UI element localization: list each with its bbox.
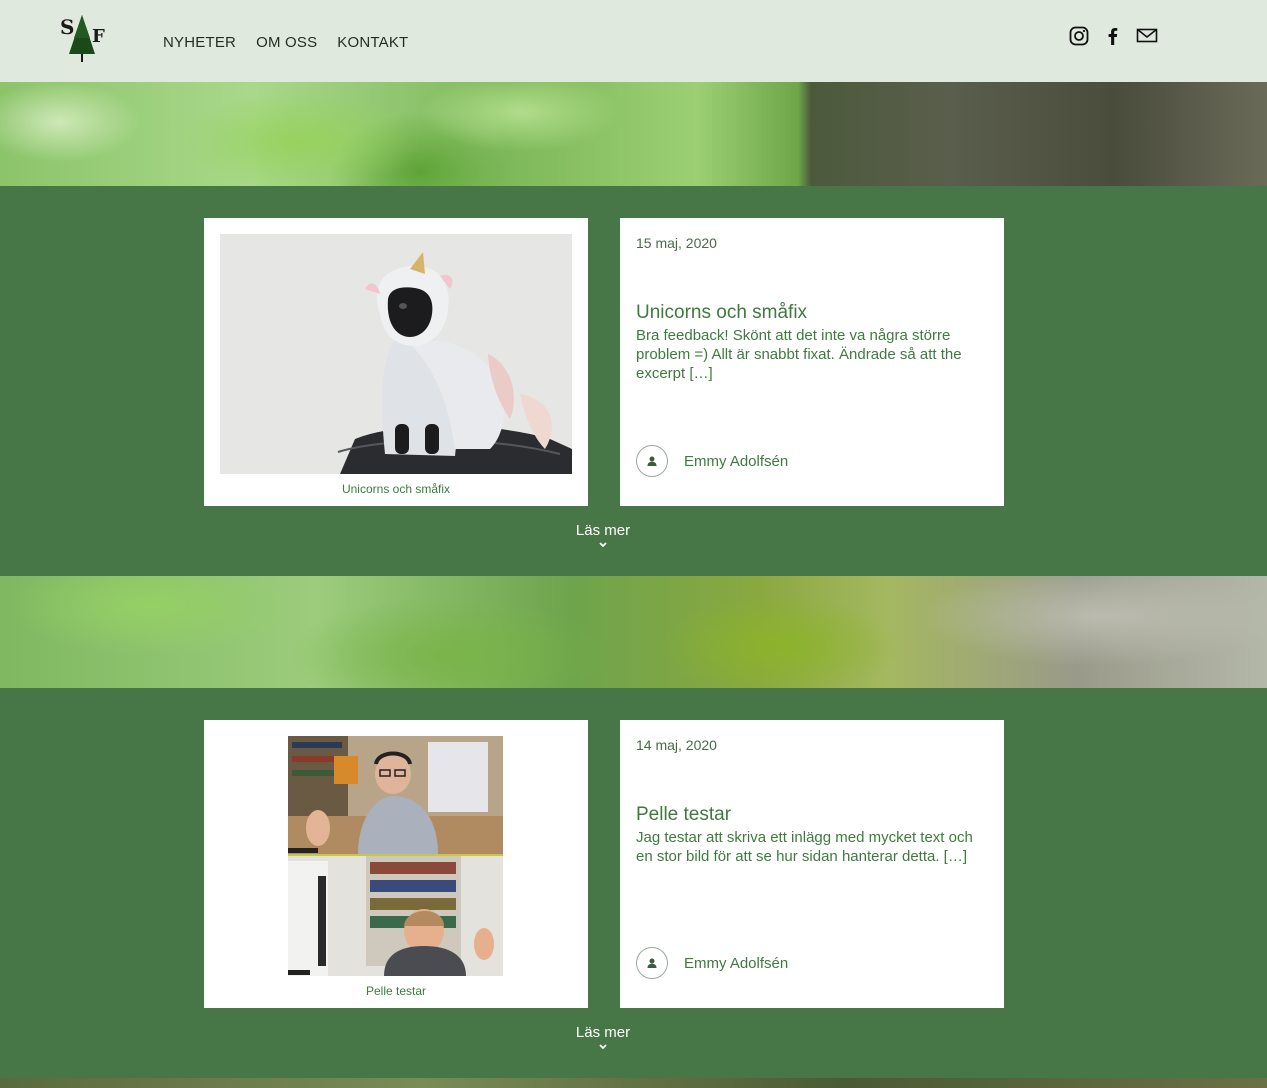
social-links — [1068, 25, 1158, 47]
read-more-label: Läs mer — [575, 522, 631, 539]
forest-banner-image — [0, 1078, 1267, 1088]
svg-text:F: F — [92, 26, 105, 47]
read-more-label: Läs mer — [575, 1024, 631, 1041]
site-logo[interactable]: S F — [58, 12, 110, 64]
post-author: Emmy Adolfsén — [636, 947, 788, 979]
avatar-icon — [636, 445, 668, 477]
post-title[interactable]: Pelle testar — [636, 804, 731, 826]
nav-item-nyheter[interactable]: NYHETER — [163, 34, 236, 51]
nav-item-kontakt[interactable]: KONTAKT — [337, 34, 408, 51]
post-thumbnail-video-call[interactable] — [288, 736, 503, 976]
post-image-card[interactable]: Pelle testar — [204, 720, 588, 1008]
facebook-icon[interactable] — [1102, 25, 1124, 47]
forest-banner-image — [0, 82, 1267, 186]
post-excerpt: Jag testar att skriva ett inlägg med myc… — [636, 829, 973, 865]
read-more-button[interactable]: Läs mer — [553, 522, 653, 549]
mail-icon[interactable] — [1136, 25, 1158, 47]
post-text-card: 14 maj, 2020 Pelle testar Jag testar att… — [620, 720, 1004, 1008]
svg-text:S: S — [60, 15, 74, 39]
post-image-caption: Pelle testar — [365, 984, 427, 998]
post-thumbnail-unicorn-dog[interactable] — [220, 234, 572, 474]
author-name[interactable]: Emmy Adolfsén — [684, 453, 788, 470]
post-date: 15 maj, 2020 — [636, 235, 717, 251]
post-text-card: 15 maj, 2020 Unicorns och småfix Bra fee… — [620, 218, 1004, 506]
instagram-icon[interactable] — [1068, 25, 1090, 47]
post-excerpt: Bra feedback! Skönt att det inte va någr… — [636, 327, 962, 382]
post-image-card[interactable]: Unicorns och småfix — [204, 218, 588, 506]
chevron-down-icon — [599, 1044, 607, 1050]
avatar-icon — [636, 947, 668, 979]
post-image-caption: Unicorns och småfix — [341, 482, 451, 496]
forest-banner-image — [0, 576, 1267, 688]
main-nav: NYHETER OM OSS KONTAKT — [163, 34, 408, 51]
author-name[interactable]: Emmy Adolfsén — [684, 955, 788, 972]
nav-item-om-oss[interactable]: OM OSS — [256, 34, 317, 51]
post-date: 14 maj, 2020 — [636, 737, 717, 753]
chevron-down-icon — [599, 542, 607, 548]
post-title[interactable]: Unicorns och småfix — [636, 302, 807, 324]
read-more-button[interactable]: Läs mer — [553, 1024, 653, 1051]
site-header: S F NYHETER OM OSS KONTAKT — [0, 0, 1267, 82]
post-author: Emmy Adolfsén — [636, 445, 788, 477]
